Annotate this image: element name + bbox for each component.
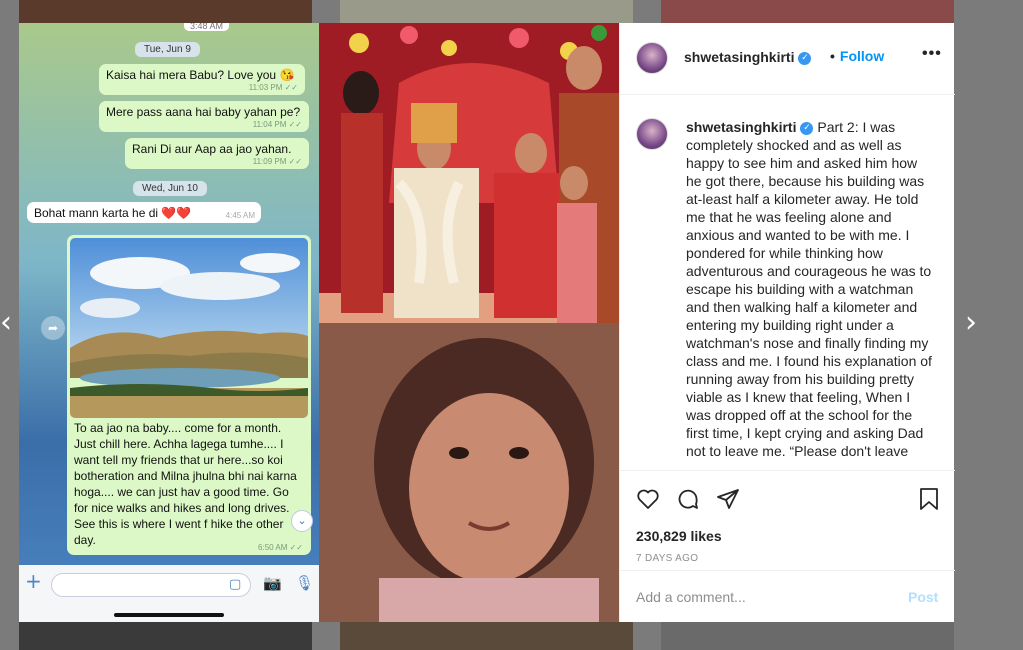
chat-message-time: 11:04 PM ✓✓ xyxy=(252,120,302,129)
chat-input[interactable] xyxy=(51,573,251,597)
likes-count[interactable]: 230,829 likes xyxy=(636,528,722,544)
plus-icon[interactable]: + xyxy=(25,569,42,593)
chat-message-time: 11:03 PM ✓✓ xyxy=(248,83,298,92)
wedding-photo xyxy=(319,23,619,323)
verified-icon: ✓ xyxy=(800,121,814,135)
bg-tile xyxy=(340,622,633,650)
follow-button[interactable]: • Follow xyxy=(830,48,884,64)
bg-tile xyxy=(340,0,633,23)
sticker-icon[interactable]: ▢ xyxy=(229,577,241,592)
post-comment-button[interactable]: Post xyxy=(908,589,938,605)
chat-message: Rani Di aur Aap aa jao yahan. 11:09 PM ✓… xyxy=(125,138,309,169)
post-media: 3:48 AM Tue, Jun 9 Kaisa hai mera Babu? … xyxy=(19,23,619,622)
chat-message-text: Rani Di aur Aap aa jao yahan. xyxy=(132,142,292,156)
post-header: shwetasinghkirti ✓ • Follow ••• xyxy=(620,23,955,95)
chat-message-text: Bohat mann karta he di ❤️❤️ xyxy=(34,206,192,220)
chat-message-text: Mere pass aana hai baby yahan pe? xyxy=(106,105,301,119)
caption-area: shwetasinghkirti ✓ Part 2: I was complete… xyxy=(636,118,936,470)
chat-image-time: 6:50 AM ✓✓ xyxy=(258,543,303,552)
avatar[interactable] xyxy=(636,118,668,150)
home-indicator xyxy=(114,613,224,617)
post-caption: shwetasinghkirti ✓ Part 2: I was complete… xyxy=(686,118,936,460)
chat-message: Kaisa hai mera Babu? Love you 😘 11:03 PM… xyxy=(99,64,305,95)
comment-icon[interactable] xyxy=(676,487,700,516)
username-text[interactable]: shwetasinghkirti xyxy=(684,49,794,65)
share-icon[interactable] xyxy=(716,487,740,516)
landscape-photo xyxy=(70,238,308,418)
chat-message: Mere pass aana hai baby yahan pe? 11:04 … xyxy=(99,101,309,132)
comment-bar: Add a comment... Post xyxy=(620,570,955,623)
next-arrow-icon[interactable]: › xyxy=(965,308,977,338)
follow-label[interactable]: Follow xyxy=(840,48,884,64)
prev-arrow-icon[interactable]: ‹ xyxy=(0,308,12,338)
post-sidebar: shwetasinghkirti ✓ • Follow ••• shwetasing… xyxy=(619,23,955,622)
post-date[interactable]: 7 DAYS AGO xyxy=(636,553,698,564)
caption-username[interactable]: shwetasinghkirti xyxy=(686,119,796,135)
post-username[interactable]: shwetasinghkirti ✓ xyxy=(684,49,812,65)
chat-message-time: 11:09 PM ✓✓ xyxy=(252,157,302,166)
post-modal: 3:48 AM Tue, Jun 9 Kaisa hai mera Babu? … xyxy=(19,23,955,622)
caption-text: I was completely shocked and as well as … xyxy=(686,119,932,459)
verified-icon: ✓ xyxy=(798,51,812,65)
chat-message: Bohat mann karta he di ❤️❤️ 4:45 AM xyxy=(27,202,261,223)
post-actions: 230,829 likes 7 DAYS AGO Add a comment..… xyxy=(620,470,955,622)
heart-icon[interactable] xyxy=(636,487,660,516)
chat-image-message: To aa jao na baby.... come for a month. … xyxy=(67,235,311,555)
forward-icon[interactable]: ➦ xyxy=(41,316,65,340)
chat-image-caption: To aa jao na baby.... come for a month. … xyxy=(74,421,297,547)
caption-prefix: Part 2: xyxy=(817,119,859,135)
avatar[interactable] xyxy=(636,42,668,74)
microphone-icon[interactable]: 🎙 xyxy=(295,574,314,592)
childhood-photo xyxy=(319,323,619,622)
chat-input-bar: + ▢ 📷 🎙 xyxy=(19,565,319,622)
chat-date: Wed, Jun 10 xyxy=(133,181,207,196)
camera-icon[interactable]: 📷 xyxy=(263,574,282,592)
bookmark-icon[interactable] xyxy=(917,487,941,516)
chat-message-time: 4:45 AM xyxy=(225,211,255,220)
chat-screenshot: 3:48 AM Tue, Jun 9 Kaisa hai mera Babu? … xyxy=(19,23,319,622)
chat-message-text: Kaisa hai mera Babu? Love you 😘 xyxy=(106,68,295,82)
bg-tile xyxy=(661,622,954,650)
bg-tile xyxy=(19,0,312,23)
more-icon[interactable]: ••• xyxy=(922,45,942,63)
comment-input[interactable]: Add a comment... xyxy=(636,589,746,605)
bg-tile xyxy=(661,0,954,23)
chat-top-time: 3:48 AM xyxy=(184,23,230,31)
scroll-down-icon[interactable]: ⌄ xyxy=(291,510,313,532)
chat-date: Tue, Jun 9 xyxy=(135,42,200,57)
bg-tile xyxy=(19,622,312,650)
